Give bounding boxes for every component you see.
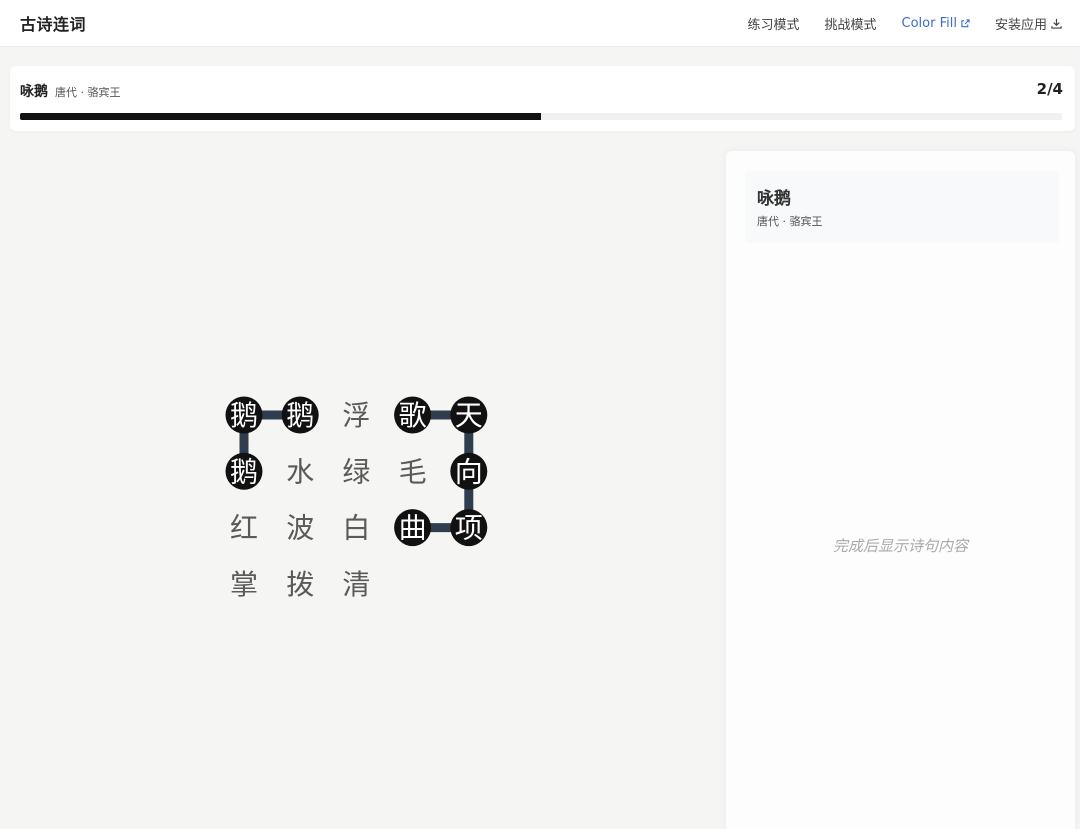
- char-label: 拨: [286, 568, 314, 601]
- char-label: 项: [455, 512, 483, 545]
- char-label: 清: [342, 568, 370, 601]
- char-cell[interactable]: 毛: [399, 455, 427, 488]
- char-cell[interactable]: 鹅: [225, 452, 263, 490]
- char-label: 曲: [399, 512, 427, 545]
- poem-panel-header: 咏鹅 唐代 · 骆宾王: [745, 171, 1059, 243]
- progress-poem-meta: 唐代 · 骆宾王: [55, 86, 121, 99]
- char-cell[interactable]: 曲: [394, 509, 432, 547]
- char-cell[interactable]: 鹅: [281, 396, 319, 434]
- top-header: 古诗连词 练习模式 挑战模式 Color Fill 安装应用: [0, 0, 1080, 47]
- nav-challenge-label: 挑战模式: [824, 17, 877, 33]
- char-label: 鹅: [286, 399, 314, 432]
- char-cell[interactable]: 波: [286, 512, 314, 545]
- panel-poem-meta: 唐代 · 骆宾王: [757, 215, 823, 228]
- char-label: 毛: [399, 455, 427, 488]
- char-label: 天: [455, 399, 483, 432]
- char-cell[interactable]: 绿: [342, 455, 370, 488]
- poem-content-placeholder: 完成后显示诗句内容: [832, 537, 968, 555]
- download-icon: [1051, 18, 1062, 29]
- char-label: 白: [342, 512, 370, 545]
- char-label: 鹅: [230, 399, 258, 432]
- nav-practice-label: 练习模式: [747, 17, 800, 33]
- top-nav: 练习模式 挑战模式 Color Fill 安装应用: [748, 14, 1063, 33]
- poem-panel: 咏鹅 唐代 · 骆宾王 完成后显示诗句内容: [726, 151, 1075, 829]
- char-cell[interactable]: 清: [342, 568, 370, 601]
- char-cell[interactable]: 白: [342, 512, 370, 545]
- progress-poem-title: 咏鹅: [20, 84, 48, 100]
- char-label: 绿: [342, 455, 370, 488]
- progress-card: 咏鹅 唐代 · 骆宾王 2/4: [10, 66, 1075, 131]
- board-canvas: 鹅鹅浮歌天鹅水绿毛向红波白曲项掌拨清: [225, 396, 488, 601]
- char-label: 水: [286, 455, 314, 488]
- progress-count: 2/4: [1036, 80, 1063, 98]
- char-cell[interactable]: 天: [450, 396, 488, 434]
- char-cell[interactable]: 鹅: [225, 396, 263, 434]
- character-board: 鹅鹅浮歌天鹅水绿毛向红波白曲项掌拨清: [0, 131, 720, 829]
- char-label: 浮: [342, 399, 370, 432]
- char-label: 鹅: [230, 455, 258, 488]
- external-link-icon: [961, 18, 970, 28]
- char-cell[interactable]: 红: [230, 512, 258, 545]
- char-label: 歌: [399, 399, 427, 432]
- nav-install-label: 安装应用: [994, 17, 1047, 33]
- nav-practice-mode[interactable]: 练习模式: [748, 14, 800, 33]
- char-cell[interactable]: 项: [450, 509, 488, 547]
- nav-challenge-mode[interactable]: 挑战模式: [825, 14, 877, 33]
- char-cell[interactable]: 向: [450, 452, 488, 490]
- char-cell[interactable]: 歌: [394, 396, 432, 434]
- char-label: 红: [230, 512, 258, 545]
- nav-color-fill-link[interactable]: Color Fill: [902, 16, 970, 31]
- panel-poem-title: 咏鹅: [757, 189, 791, 209]
- nav-color-fill-label: Color Fill: [901, 15, 957, 31]
- progress-bar-fill: [20, 113, 541, 120]
- progress-poem-info: 咏鹅 唐代 · 骆宾王: [20, 81, 121, 101]
- char-cell[interactable]: 浮: [342, 399, 370, 432]
- nav-install-app[interactable]: 安装应用: [995, 14, 1062, 33]
- char-cell[interactable]: 水: [286, 455, 314, 488]
- app-title[interactable]: 古诗连词: [20, 11, 86, 35]
- char-cell[interactable]: 掌: [230, 568, 258, 601]
- char-label: 向: [455, 455, 483, 488]
- progress-bar: [20, 113, 1062, 120]
- char-label: 掌: [230, 568, 258, 601]
- char-label: 波: [286, 512, 314, 545]
- char-cell[interactable]: 拨: [286, 568, 314, 601]
